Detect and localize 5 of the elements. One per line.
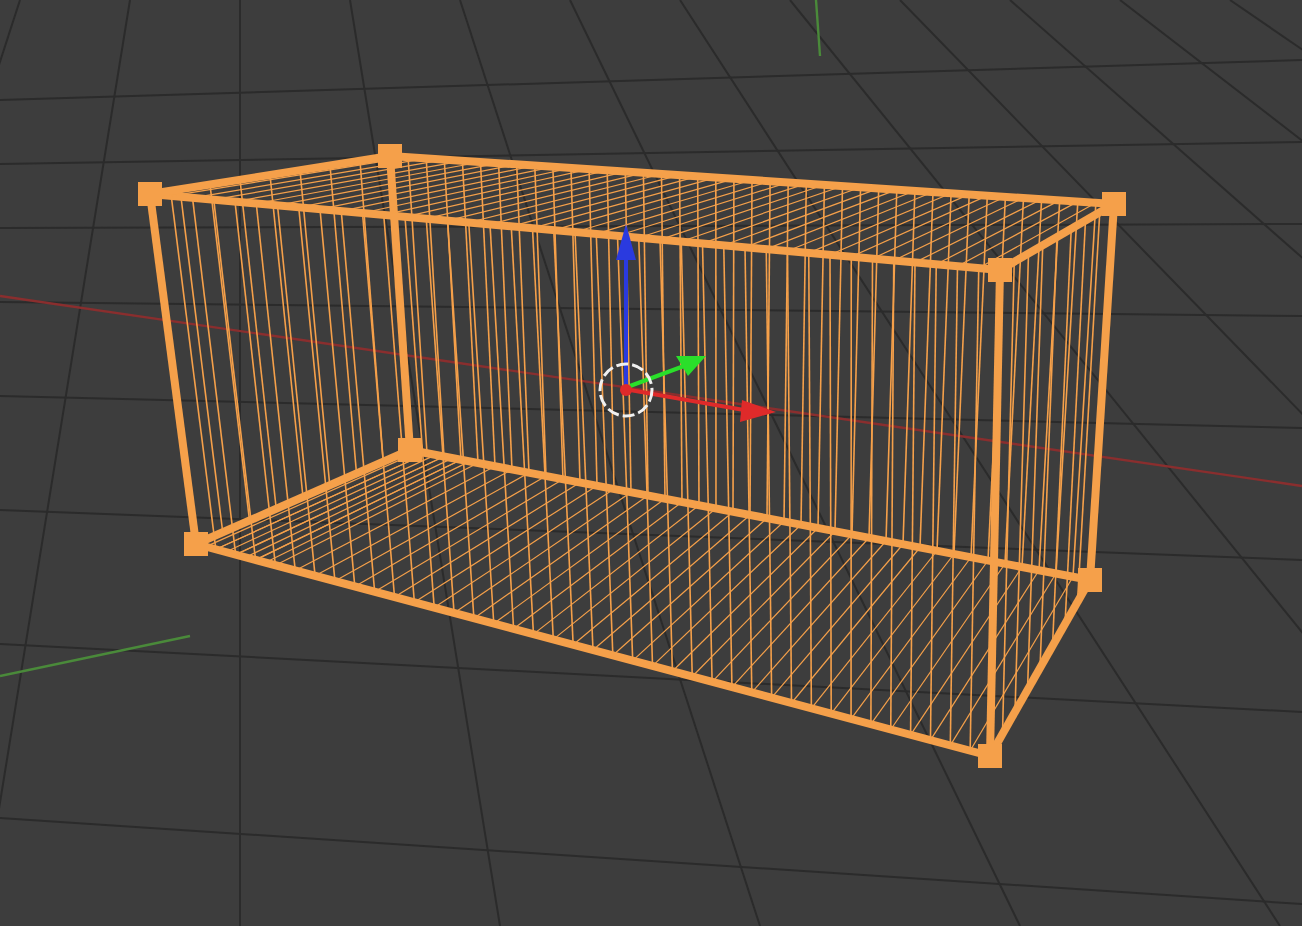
y-arrow-icon xyxy=(629,356,706,388)
y-axis-line xyxy=(814,0,822,57)
3d-cursor-icon xyxy=(598,362,654,418)
x-arrow-icon xyxy=(629,388,776,422)
z-arrow-icon xyxy=(616,224,636,386)
